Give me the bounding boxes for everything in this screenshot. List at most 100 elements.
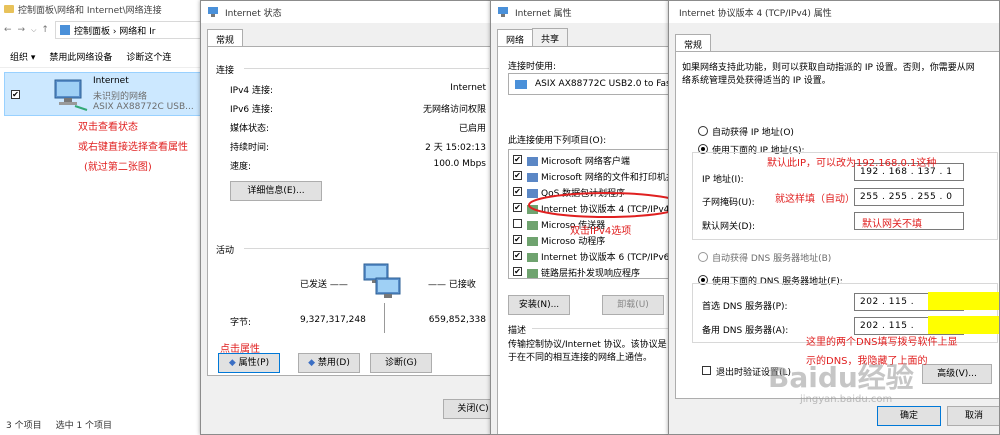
list-item[interactable]: Microsoft 网络的文件和打印机共: [527, 170, 675, 183]
speed-value: 100.0 Mbps: [433, 159, 486, 169]
ipv6-label: IPv6 连接:: [230, 105, 274, 115]
adapter-status: 未识别的网络: [93, 92, 148, 102]
ipv4-highlight-ellipse: [528, 192, 679, 218]
diagnose-status-button[interactable]: 诊断(G): [370, 353, 432, 373]
ipv4-value: Internet: [450, 83, 486, 93]
dns-redaction-2: [928, 316, 999, 334]
forward-arrow-icon[interactable]: →: [18, 25, 26, 35]
adapter-checkbox[interactable]: ✔: [11, 90, 20, 99]
adapter-box: ASIX AX88772C USB2.0 to Fast: [508, 73, 679, 95]
item-checkbox[interactable]: ✔: [513, 171, 522, 180]
preferred-dns-label: 首选 DNS 服务器(P):: [702, 302, 788, 312]
annotation-gateway: 默认网关不填: [862, 219, 922, 230]
annotation-right-click: 或右键直接选择查看属性: [78, 142, 188, 153]
adapter-icon: [515, 79, 527, 89]
tab-sharing[interactable]: 共享: [532, 28, 569, 48]
chevron-down-icon[interactable]: ⌵: [31, 26, 36, 35]
ipv4-titlebar: Internet 协议版本 4 (TCP/IPv4) 属性: [669, 1, 999, 23]
explorer-toolbar: 组织 ▾ 禁用此网络设备 诊断这个连: [0, 46, 215, 68]
auto-dns-label: 自动获得 DNS 服务器地址(B): [712, 254, 832, 264]
list-item[interactable]: 链路层拓扑发现响应程序: [527, 266, 640, 278]
diagnose-button[interactable]: 诊断这个连: [126, 50, 171, 63]
ok-button[interactable]: 确定: [877, 406, 941, 426]
watermark-url: jingyan.baidu.com: [800, 394, 893, 405]
address-segment: 控制面板 › 网络和 Ir: [73, 26, 156, 37]
item-checkbox[interactable]: ✔: [513, 203, 522, 212]
bytes-sent: 9,327,317,248: [300, 315, 366, 325]
explorer-title: 控制面板\网络和 Internet\网络连接: [18, 5, 162, 16]
item-checkbox[interactable]: [513, 219, 522, 228]
annotation-click-properties: 点击属性: [220, 344, 260, 355]
ipv4-title: Internet 协议版本 4 (TCP/IPv4) 属性: [679, 8, 832, 19]
explorer-titlebar: 控制面板\网络和 Internet\网络连接: [0, 0, 215, 18]
disable-device-button[interactable]: 禁用此网络设备: [49, 50, 112, 63]
cancel-button[interactable]: 取消: [947, 406, 999, 426]
back-arrow-icon[interactable]: ←: [4, 25, 12, 35]
item-checkbox[interactable]: ✔: [513, 251, 522, 260]
subnet-mask-field[interactable]: 255 . 255 . 255 . 0: [854, 188, 964, 206]
media-label: 媒体状态:: [230, 124, 270, 134]
media-value: 已启用: [458, 124, 486, 134]
folder-icon: [4, 5, 14, 13]
organize-button[interactable]: 组织 ▾: [10, 50, 35, 63]
auto-dns-radio[interactable]: [698, 252, 708, 262]
adapter-name: Internet: [93, 76, 129, 86]
explorer-statusbar: 3 个项目 选中 1 个项目: [6, 418, 112, 431]
connect-using-label: 连接时使用:: [508, 62, 557, 72]
auto-ip-label: 自动获得 IP 地址(O): [712, 128, 794, 138]
properties-button[interactable]: ◆ 属性(P): [218, 353, 280, 373]
properties-window: Internet 属性 网络 共享 连接时使用: ASIX AX88772C U…: [490, 0, 680, 435]
intro-text: 如果网络支持此功能，则可以获取自动指派的 IP 设置。否则，你需要从网 络系统管…: [682, 63, 975, 86]
items-label: 此连接使用下列项目(O):: [508, 136, 607, 146]
network-activity-icon: [363, 263, 401, 298]
watermark-brand: Baidu经验: [768, 361, 914, 394]
status-title: Internet 状态: [225, 8, 282, 19]
adapter-label: ASIX AX88772C USB2.0 to Fast: [535, 79, 675, 89]
details-button[interactable]: 详细信息(E)...: [230, 181, 322, 201]
address-bar[interactable]: 控制面板 › 网络和 Ir: [54, 21, 215, 39]
description-text: 传输控制协议/Internet 协议。该协议是 于在不同的相互连接的网络上通信。: [508, 340, 667, 363]
list-item[interactable]: Microsoft 网络客户端: [527, 154, 630, 167]
annotation-default-ip: 默认此IP，可以改为192.168.0.1这种: [767, 158, 937, 169]
disable-button[interactable]: ◆ 禁用(D): [298, 353, 360, 373]
auto-ip-radio[interactable]: [698, 126, 708, 136]
explorer-window: 控制面板\网络和 Internet\网络连接 ← → ⌵ ↑ 控制面板 › 网络…: [0, 0, 215, 435]
annotation-double-click: 双击查看状态: [78, 122, 138, 133]
disable-button-label: 禁用(D): [317, 358, 350, 368]
annotation-skip: (就过第二张图): [84, 162, 152, 173]
speed-label: 速度:: [230, 162, 252, 172]
up-arrow-icon[interactable]: ↑: [41, 25, 49, 35]
received-label: —— 已接收: [428, 280, 476, 290]
annotation-mask: 就这样填（自动）: [775, 194, 855, 205]
ip-label: IP 地址(I):: [702, 175, 744, 185]
control-panel-icon: [59, 25, 70, 35]
ipv4-label: IPv4 连接:: [230, 86, 274, 96]
selected-count: 选中 1 个项目: [55, 421, 113, 431]
network-icon: [498, 7, 508, 17]
item-checkbox[interactable]: ✔: [513, 155, 522, 164]
uninstall-button[interactable]: 卸载(U): [602, 295, 664, 315]
properties-titlebar: Internet 属性: [491, 1, 679, 23]
network-adapter-icon: [54, 79, 88, 111]
description-header: 描述: [508, 326, 527, 336]
validate-checkbox[interactable]: [702, 366, 711, 375]
status-panel: 连接 IPv4 连接: Internet IPv6 连接: 无网络访问权限 媒体…: [207, 46, 493, 376]
sent-label: 已发送 ——: [300, 280, 348, 290]
adapter-item[interactable]: ✔ Internet 未识别的网络 ASIX AX88772C USB...: [4, 72, 204, 116]
advanced-button[interactable]: 高级(V)...: [922, 364, 992, 384]
duration-label: 持续时间:: [230, 143, 270, 153]
connection-header: 连接: [216, 66, 235, 76]
item-count: 3 个项目: [6, 421, 42, 431]
annotation-dns-1: 这里的两个DNS填写拨号软件上显: [806, 337, 958, 348]
item-checkbox[interactable]: ✔: [513, 235, 522, 244]
install-button[interactable]: 安装(N)...: [508, 295, 570, 315]
duration-value: 2 天 15:02:13: [425, 143, 486, 153]
shield-icon: ◆: [308, 358, 316, 368]
shield-icon: ◆: [228, 358, 236, 368]
item-checkbox[interactable]: ✔: [513, 187, 522, 196]
bytes-received: 659,852,338: [428, 315, 486, 325]
item-checkbox[interactable]: ✔: [513, 267, 522, 276]
dns-redaction-1: [928, 292, 999, 310]
activity-header: 活动: [216, 246, 235, 256]
list-item[interactable]: Internet 协议版本 6 (TCP/IPv6): [527, 250, 673, 263]
